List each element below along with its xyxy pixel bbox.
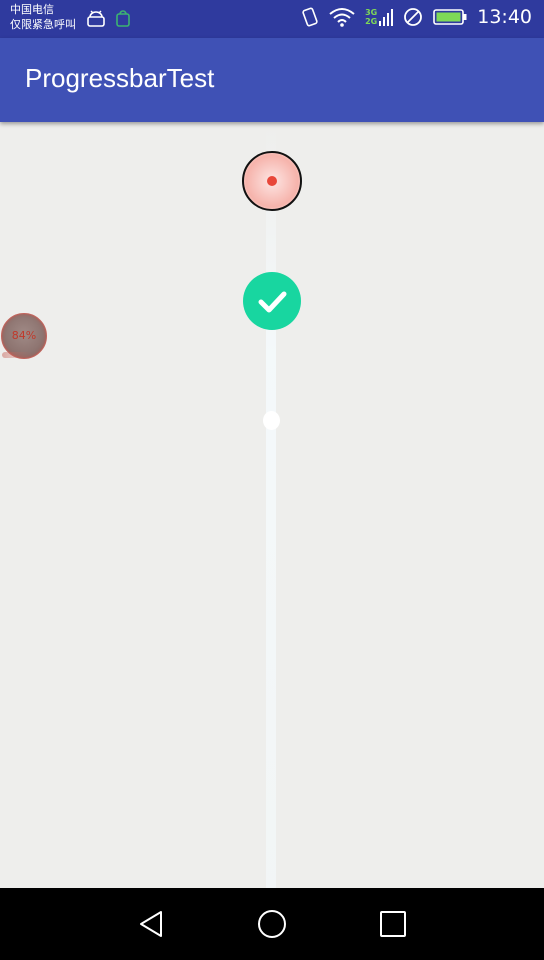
- recents-icon[interactable]: [377, 908, 409, 940]
- check-icon: [258, 291, 287, 313]
- battery-icon: [433, 9, 467, 25]
- ball-progress-tail: [2, 352, 32, 358]
- home-icon[interactable]: [256, 908, 288, 940]
- no-sim-icon: [404, 8, 423, 26]
- success-check-indicator[interactable]: [243, 272, 301, 330]
- notification-app-icon: [116, 10, 130, 27]
- loading-dot: [263, 411, 280, 430]
- record-progress-indicator[interactable]: [242, 151, 302, 211]
- carrier-info: 中国电信 仅限紧急呼叫: [10, 2, 76, 32]
- status-clock: 13:40: [477, 6, 532, 28]
- network-type: 3G 2G: [365, 8, 377, 26]
- wifi-icon: [329, 8, 355, 27]
- emergency-only-label: 仅限紧急呼叫: [10, 18, 76, 31]
- carrier-name: 中国电信: [10, 3, 54, 16]
- android-debug-icon: [87, 10, 105, 27]
- app-title: ProgressbarTest: [25, 63, 215, 93]
- main-content: 84%: [0, 122, 544, 888]
- network-type-2g: 2G: [365, 17, 378, 26]
- status-bar: 中国电信 仅限紧急呼叫 3G 2G 13:40: [0, 0, 544, 38]
- back-icon[interactable]: [137, 908, 169, 940]
- navigation-bar: [0, 888, 544, 960]
- signal-icon: [379, 9, 394, 26]
- record-dot-icon: [267, 176, 277, 186]
- app-bar: ProgressbarTest: [0, 38, 544, 122]
- vibrate-icon: [302, 7, 318, 27]
- vertical-light-trail: [266, 122, 276, 888]
- network-type-3g: 3G: [365, 8, 378, 17]
- status-icons: 3G 2G 13:40: [301, 6, 532, 28]
